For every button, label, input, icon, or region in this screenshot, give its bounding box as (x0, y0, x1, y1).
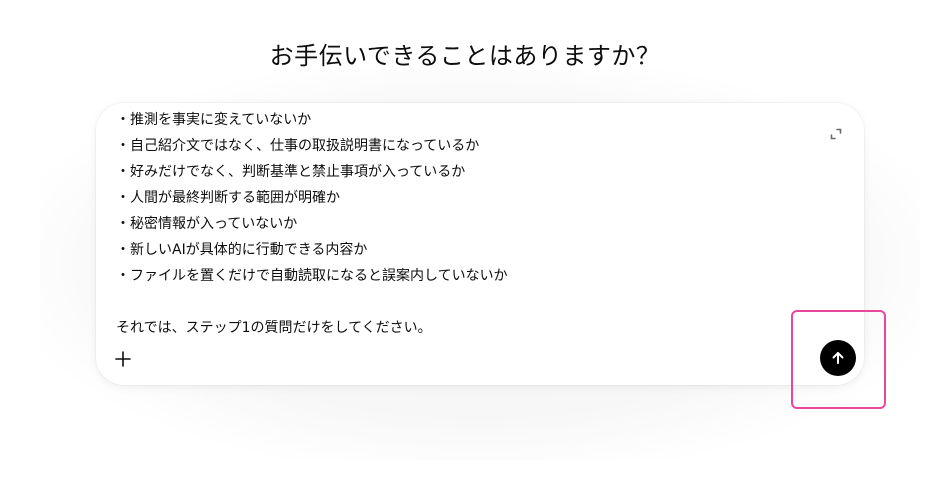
expand-icon[interactable] (830, 125, 842, 140)
prompt-line: ・新しいAIが具体的に行動できる内容か (116, 242, 368, 258)
prompt-line: ・ファイルを置くだけで自動読取になると誤案内していないか (116, 268, 508, 284)
prompt-line: ・推測を事実に変えていないか (116, 112, 312, 128)
chat-composer[interactable]: ・推測を事実に変えていないか ・自己紹介文ではなく、仕事の取扱説明書になっている… (96, 103, 864, 385)
send-button[interactable] (820, 340, 856, 376)
prompt-line: それでは、ステップ1の質問だけをしてください。 (116, 320, 432, 336)
add-attachment-button[interactable] (110, 346, 136, 372)
prompt-line: ・人間が最終判断する範囲が明確か (116, 190, 340, 206)
prompt-line: ・好みだけでなく、判断基準と禁止事項が入っているか (116, 164, 466, 180)
plus-icon (115, 351, 131, 367)
page-title: お手伝いできることはありますか？ (269, 42, 661, 70)
prompt-textarea[interactable]: ・推測を事実に変えていないか ・自己紹介文ではなく、仕事の取扱説明書になっている… (116, 107, 816, 345)
arrow-up-icon (832, 352, 844, 364)
prompt-line: ・秘密情報が入っていないか (116, 216, 298, 232)
prompt-line: ・自己紹介文ではなく、仕事の取扱説明書になっているか (116, 138, 480, 154)
prompt-blank-line (116, 289, 816, 315)
